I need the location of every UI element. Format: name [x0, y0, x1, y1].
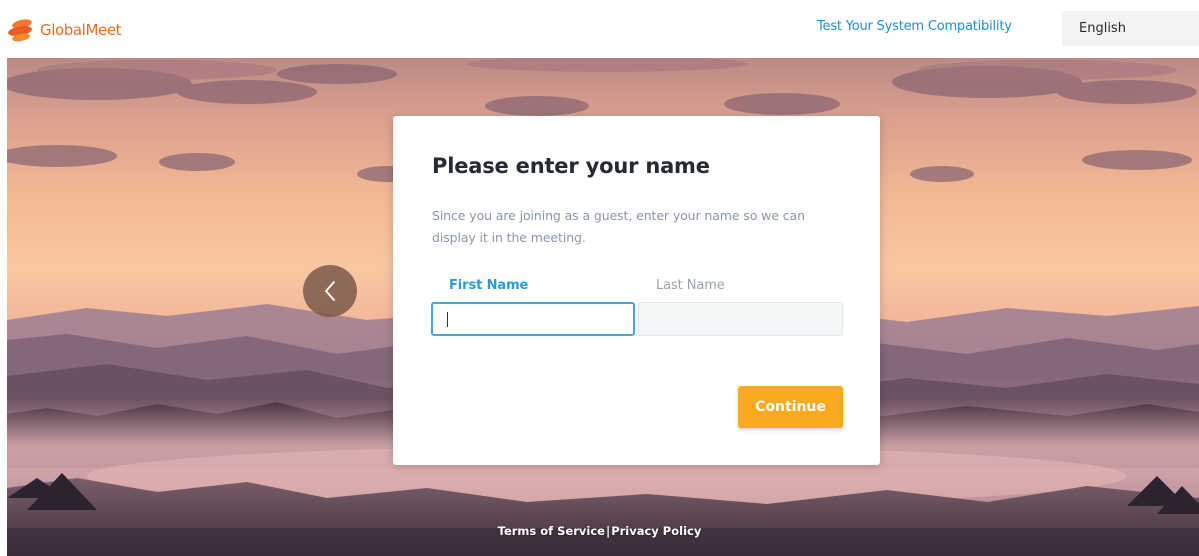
- last-name-input[interactable]: [638, 302, 843, 336]
- back-button[interactable]: [303, 265, 357, 317]
- language-select-value: English: [1079, 21, 1126, 36]
- dialog-title: Please enter your name: [432, 154, 710, 178]
- guest-name-dialog: Please enter your name Since you are joi…: [393, 116, 880, 465]
- chevron-left-icon: [325, 281, 335, 301]
- footer-links: Terms of Service|Privacy Policy: [0, 524, 1199, 538]
- last-name-label: Last Name: [656, 278, 725, 293]
- first-name-label: First Name: [449, 278, 529, 293]
- top-header: GlobalMeet Test Your System Compatibilit…: [0, 0, 1199, 58]
- dialog-description: Since you are joining as a guest, enter …: [432, 208, 805, 245]
- globalmeet-logo-icon: [8, 19, 32, 42]
- logo-text: GlobalMeet: [40, 21, 122, 39]
- text-cursor: [447, 312, 448, 327]
- globalmeet-logo[interactable]: GlobalMeet: [8, 17, 122, 43]
- test-system-compatibility-link[interactable]: Test Your System Compatibility: [817, 19, 1012, 34]
- language-select[interactable]: English: [1062, 11, 1199, 46]
- continue-button[interactable]: Continue: [738, 386, 843, 428]
- first-name-input[interactable]: [431, 302, 635, 336]
- footer-separator: |: [605, 524, 611, 538]
- privacy-policy-link[interactable]: Privacy Policy: [611, 524, 701, 538]
- terms-of-service-link[interactable]: Terms of Service: [498, 524, 605, 538]
